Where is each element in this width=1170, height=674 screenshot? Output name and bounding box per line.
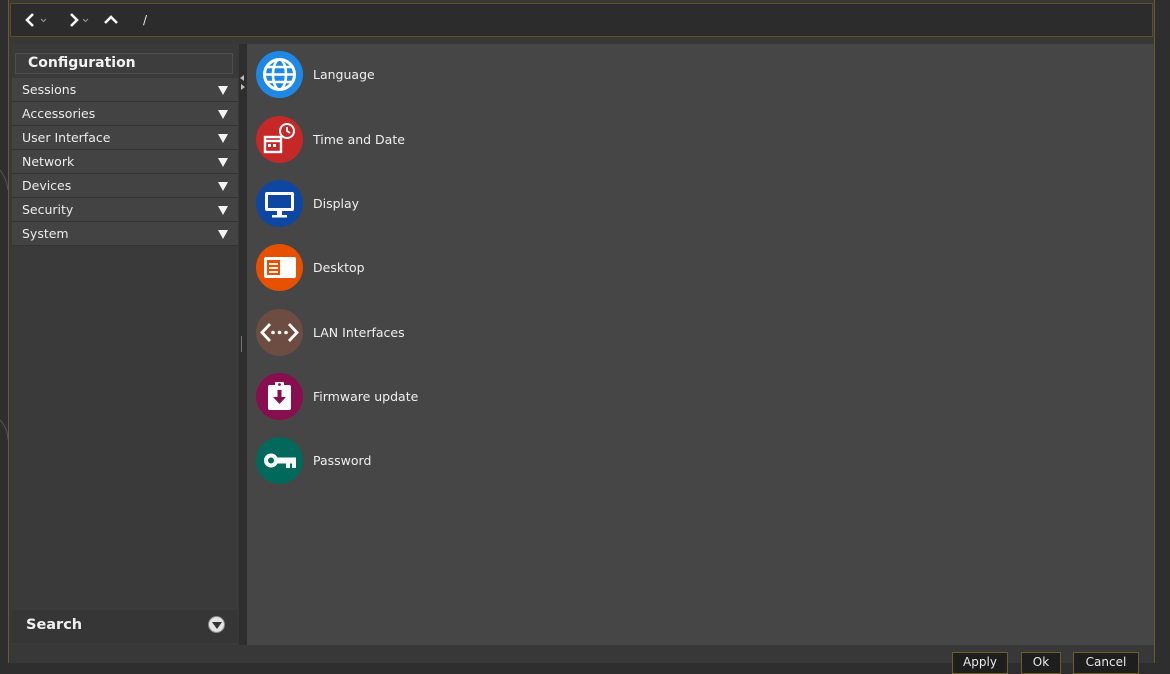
calendar-clock-icon — [256, 116, 303, 163]
category-sessions[interactable]: Sessions — [12, 78, 238, 102]
module-time-and-date[interactable]: Time and Date — [256, 116, 556, 166]
expand-arrow-icon — [218, 158, 228, 167]
module-label: Display — [313, 196, 360, 211]
module-grid: Language Time and Date Display Desktop L… — [247, 44, 1154, 645]
ok-button[interactable]: Ok — [1021, 652, 1061, 674]
module-firmware-update[interactable]: Firmware update — [256, 373, 556, 423]
up-button[interactable] — [101, 3, 123, 37]
module-label: Time and Date — [313, 132, 405, 147]
category-label: Network — [22, 154, 75, 169]
category-list: Sessions Accessories User Interface Netw… — [12, 78, 238, 246]
sidebar-title: Configuration — [15, 53, 233, 74]
expand-arrow-icon — [218, 134, 228, 143]
path-breadcrumb: / — [143, 13, 148, 27]
category-accessories[interactable]: Accessories — [12, 102, 238, 126]
sidebar: Configuration Sessions Accessories User … — [12, 44, 238, 645]
chevron-right-icon — [70, 13, 89, 27]
chevron-left-icon — [25, 13, 47, 27]
network-icon — [256, 309, 303, 356]
module-label: Password — [313, 453, 372, 468]
category-label: Sessions — [22, 82, 77, 97]
module-desktop[interactable]: Desktop — [256, 244, 556, 294]
expand-arrow-icon — [218, 110, 228, 119]
forward-button[interactable] — [67, 3, 95, 37]
expand-arrow-icon — [218, 206, 228, 215]
expand-right-icon[interactable] — [241, 84, 245, 90]
module-label: Language — [313, 67, 375, 82]
expand-arrow-icon — [218, 182, 228, 191]
search-panel-toggle[interactable]: Search — [12, 610, 238, 643]
key-icon — [256, 437, 303, 484]
category-devices[interactable]: Devices — [12, 174, 238, 198]
configuration-window: / Configuration Sessions Accessories Use… — [8, 0, 1155, 674]
chevron-up-icon — [104, 15, 118, 24]
module-label: Desktop — [313, 260, 365, 275]
module-language[interactable]: Language — [256, 51, 556, 101]
monitor-icon — [256, 180, 303, 227]
module-lan-interfaces[interactable]: LAN Interfaces — [256, 309, 556, 359]
category-label: Accessories — [22, 106, 96, 121]
category-system[interactable]: System — [12, 222, 238, 246]
category-user-interface[interactable]: User Interface — [12, 126, 238, 150]
desktop-icon — [256, 244, 303, 291]
module-label: LAN Interfaces — [313, 325, 405, 340]
sidebar-empty-area — [12, 249, 238, 611]
expand-arrow-icon — [218, 230, 228, 239]
category-label: System — [22, 226, 69, 241]
module-label: Firmware update — [313, 389, 419, 404]
cancel-button[interactable]: Cancel — [1073, 652, 1139, 674]
module-password[interactable]: Password — [256, 437, 556, 487]
category-label: Security — [22, 202, 74, 217]
search-label: Search — [26, 617, 83, 633]
category-label: Devices — [22, 178, 72, 193]
apply-button[interactable]: Apply — [952, 652, 1008, 674]
globe-icon — [256, 51, 303, 98]
expand-arrow-icon — [218, 86, 228, 95]
module-display[interactable]: Display — [256, 180, 556, 230]
collapse-left-icon[interactable] — [240, 75, 244, 81]
category-network[interactable]: Network — [12, 150, 238, 174]
back-button[interactable] — [23, 3, 51, 37]
splitter-grip — [241, 336, 242, 352]
category-label: User Interface — [22, 130, 111, 145]
expand-circle-icon[interactable] — [208, 616, 225, 633]
category-security[interactable]: Security — [12, 198, 238, 222]
sidebar-splitter[interactable] — [239, 44, 247, 645]
firmware-download-icon — [256, 373, 303, 420]
toolbar: / — [10, 3, 1153, 37]
